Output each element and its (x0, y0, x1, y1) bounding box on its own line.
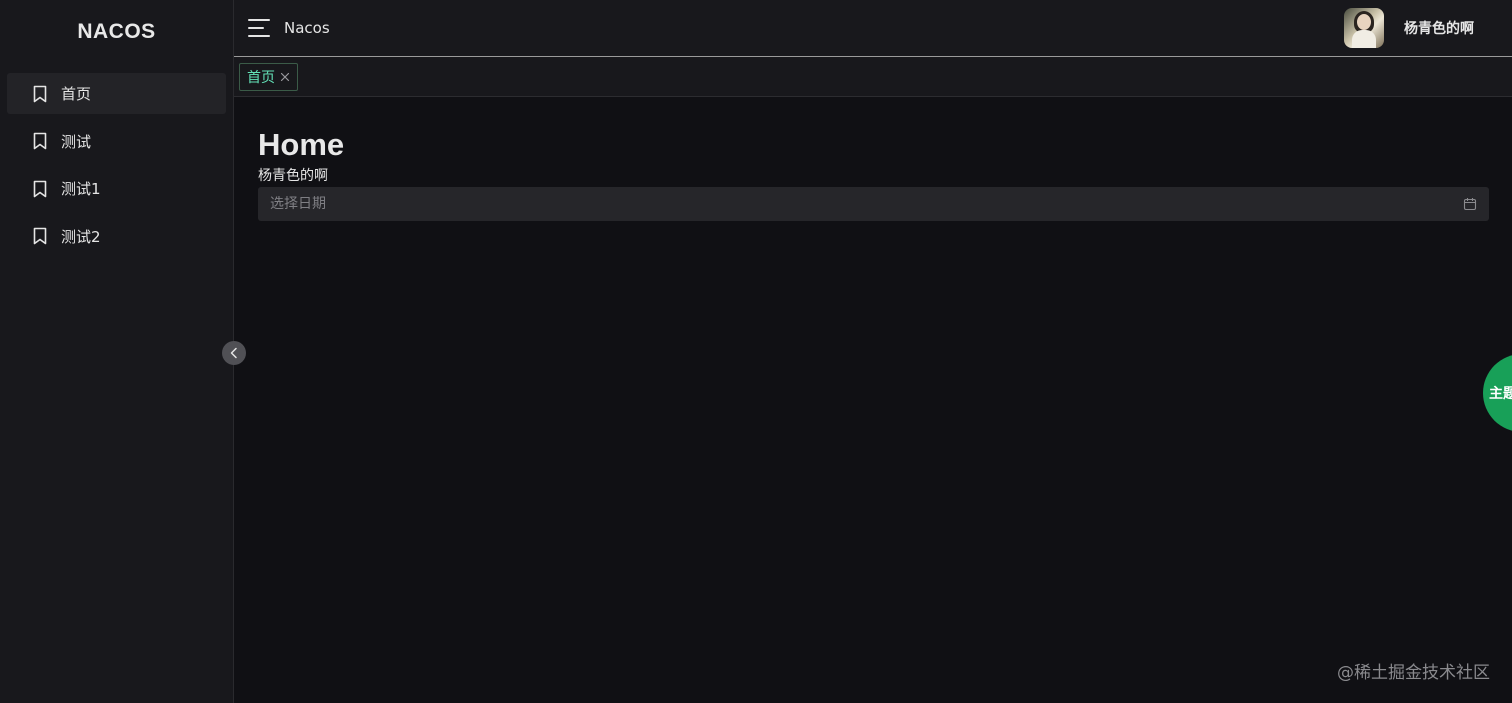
date-picker[interactable] (258, 187, 1489, 221)
sidebar-item-test2[interactable]: 测试2 (7, 216, 226, 257)
page-subtitle: 杨青色的啊 (258, 168, 328, 184)
main-content: Home 杨青色的啊 (258, 97, 1489, 221)
menu-toggle-icon[interactable] (248, 19, 270, 37)
bookmark-icon (33, 226, 49, 246)
theme-button-label: 主题 (1489, 386, 1512, 402)
page-title: Home (258, 127, 345, 162)
chevron-left-icon (229, 347, 239, 359)
sidebar-item-label: 测试2 (61, 227, 101, 246)
sidebar-item-label: 测试 (61, 132, 92, 151)
sidebar-item-test1[interactable]: 测试1 (7, 168, 226, 209)
bookmark-icon (33, 179, 49, 199)
bookmark-icon (33, 84, 49, 104)
sidebar-item-test[interactable]: 测试 (7, 121, 226, 162)
sidebar-item-label: 测试1 (61, 180, 101, 198)
sidebar-item-home[interactable]: 首页 (7, 73, 226, 114)
top-header: Nacos 杨青色的啊 (234, 0, 1512, 57)
sidebar-item-label: 首页 (61, 85, 92, 103)
theme-switch-button[interactable]: 主题 (1483, 354, 1512, 432)
sidebar-menu: 首页 测试 测试1 测试2 (0, 73, 233, 257)
app-logo: NACOS (77, 20, 156, 43)
avatar[interactable] (1344, 8, 1384, 48)
sidebar-collapse-button[interactable] (222, 341, 246, 365)
date-input[interactable] (270, 196, 1357, 212)
user-menu[interactable]: 杨青色的啊 (1344, 8, 1474, 48)
tab-home[interactable]: 首页 (239, 63, 298, 91)
watermark: @稀土掘金技术社区 (1337, 663, 1490, 683)
close-icon[interactable] (280, 72, 290, 82)
username[interactable]: 杨青色的啊 (1404, 18, 1474, 38)
tabs-bar: 首页 (234, 57, 1512, 97)
sidebar: NACOS 首页 测试 测试1 测试2 (0, 0, 234, 703)
bookmark-icon (33, 131, 49, 151)
calendar-icon[interactable] (1463, 197, 1477, 211)
app-root: NACOS 首页 测试 测试1 测试2 Nacos 杨青色的啊 首页 Home … (0, 0, 1512, 703)
tab-label: 首页 (247, 70, 275, 86)
header-title: Nacos (284, 19, 330, 37)
